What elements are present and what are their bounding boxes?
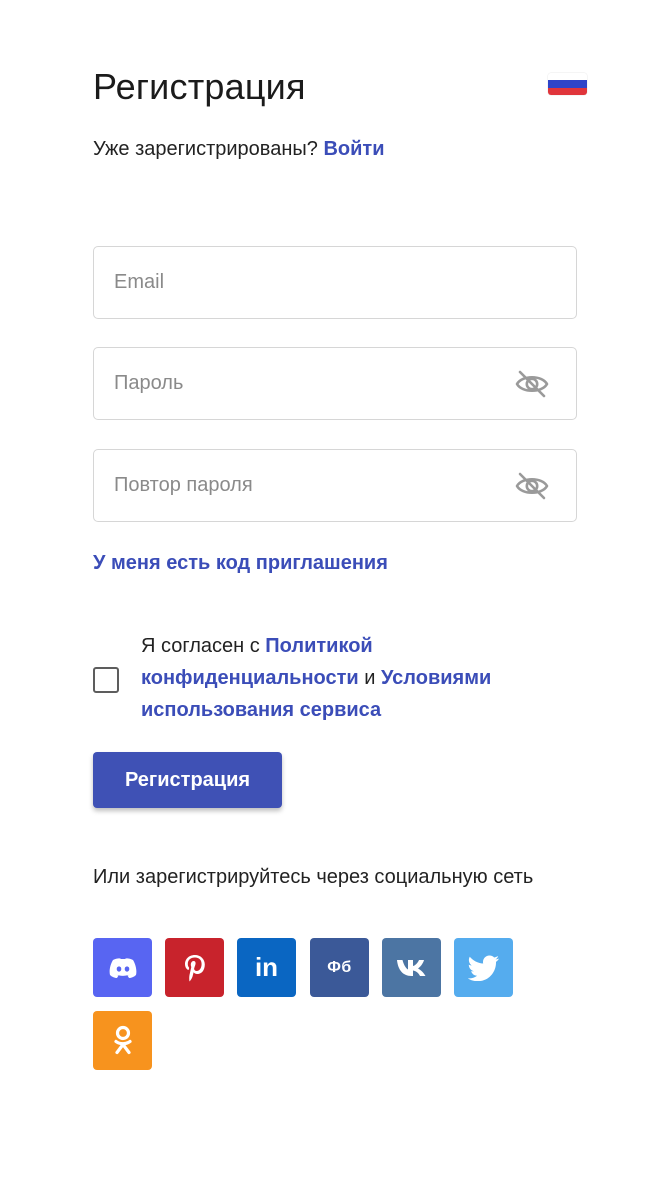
password-field [93,347,577,420]
facebook-button[interactable]: Фб [310,938,369,997]
invite-code-link[interactable]: У меня есть код приглашения [93,552,388,575]
pinterest-button[interactable] [165,938,224,997]
page-title: Регистрация [93,66,306,107]
eye-off-icon[interactable] [514,368,550,400]
email-field [93,246,577,319]
odnoklassniki-button[interactable] [93,1011,152,1070]
discord-button[interactable] [93,938,152,997]
discord-icon [109,957,136,978]
repeat-password-input[interactable] [114,450,494,521]
agreement-text-1: Я согласен с [141,635,266,657]
login-link[interactable]: Войти [323,138,384,160]
vk-button[interactable] [382,938,441,997]
vk-icon [396,959,425,976]
linkedin-icon: in [254,952,279,982]
login-prompt: Уже зарегистрированы? Войти [93,138,384,161]
registration-page: Регистрация Уже зарегистрированы? Войти … [0,0,669,1200]
linkedin-button[interactable]: in [237,938,296,997]
agreement-block: Я согласен с Политикой конфиденциальност… [93,630,563,726]
odnoklassniki-icon [113,1025,132,1054]
email-input[interactable] [114,247,494,318]
social-label: Или зарегистрируйтесь через социальную с… [93,866,534,888]
pinterest-icon [184,954,205,981]
agreement-checkbox[interactable] [93,667,119,693]
facebook-icon: Фб [327,958,352,976]
twitter-icon [467,955,499,981]
password-input[interactable] [114,348,494,419]
repeat-password-field [93,449,577,522]
russian-flag-icon[interactable] [548,73,587,95]
agreement-text-2: и [358,667,381,689]
twitter-button[interactable] [454,938,513,997]
login-prompt-text: Уже зарегистрированы? [93,138,318,160]
agreement-text: Я согласен с Политикой конфиденциальност… [141,630,561,726]
register-button[interactable]: Регистрация [93,752,282,808]
eye-off-icon[interactable] [514,470,550,502]
